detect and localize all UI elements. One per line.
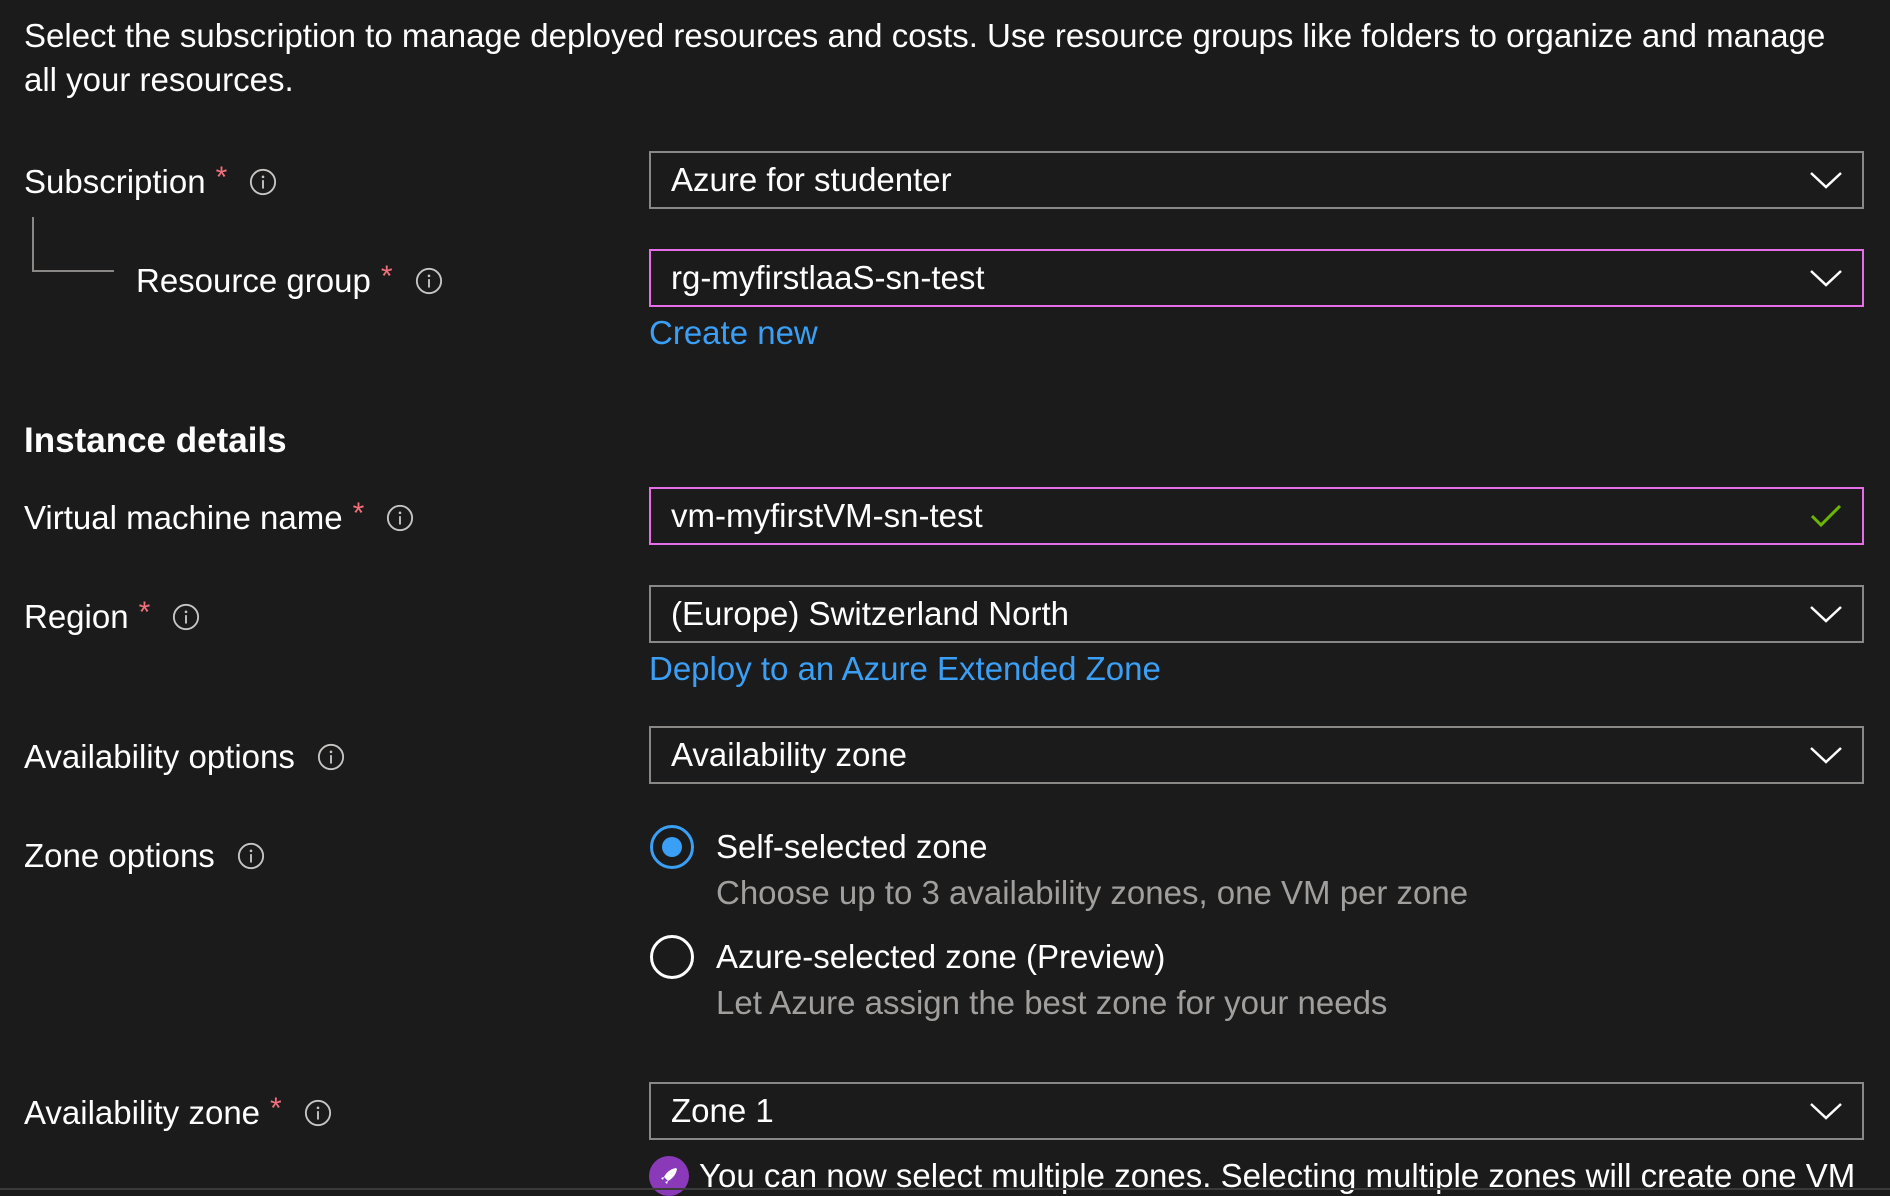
radio-option-azure-selected-zone[interactable]: Azure-selected zone (Preview) Let Azure … <box>650 935 1387 1025</box>
availability-zone-value: Zone 1 <box>671 1092 774 1129</box>
multi-zone-notice: You can now select multiple zones. Selec… <box>649 1156 1855 1196</box>
region-value: (Europe) Switzerland North <box>671 595 1069 632</box>
divider <box>0 1188 1890 1190</box>
info-circle-icon[interactable] <box>415 267 443 295</box>
zone-options-label-row: Zone options <box>24 836 265 876</box>
instance-details-heading: Instance details <box>24 421 287 460</box>
rocket-icon <box>649 1156 689 1196</box>
vm-name-input[interactable]: vm-myfirstVM-sn-test <box>649 487 1864 545</box>
intro-text: Select the subscription to manage deploy… <box>24 17 1826 98</box>
region-label-row: Region * <box>24 596 200 637</box>
radio-option-description: Choose up to 3 availability zones, one V… <box>716 874 1469 911</box>
checkmark-icon <box>1806 496 1846 536</box>
vm-name-value: vm-myfirstVM-sn-test <box>671 497 983 534</box>
resource-group-label: Resource group <box>136 262 371 299</box>
resource-group-value: rg-myfirstlaaS-sn-test <box>671 259 985 296</box>
subscription-value: Azure for studenter <box>671 161 952 198</box>
zone-options-label: Zone options <box>24 837 215 874</box>
availability-zone-label-row: Availability zone * <box>24 1092 332 1133</box>
availability-options-label-row: Availability options <box>24 737 345 777</box>
radio-option-description: Let Azure assign the best zone for your … <box>716 984 1388 1021</box>
availability-zone-label: Availability zone <box>24 1094 261 1131</box>
radio-option-self-selected-zone[interactable]: Self-selected zone Choose up to 3 availa… <box>650 825 1468 915</box>
radio-option-title: Self-selected zone <box>716 828 988 865</box>
availability-options-label: Availability options <box>24 738 295 775</box>
radio-button-checked[interactable] <box>650 825 694 869</box>
vm-create-basics-page: Select the subscription to manage deploy… <box>0 0 1890 1196</box>
region-dropdown[interactable]: (Europe) Switzerland North <box>649 585 1864 643</box>
chevron-down-icon <box>1806 1091 1846 1131</box>
required-marker: * <box>215 161 228 194</box>
radio-button-unchecked[interactable] <box>650 935 694 979</box>
chevron-down-icon <box>1806 160 1846 200</box>
required-marker: * <box>270 1092 282 1125</box>
info-circle-icon[interactable] <box>237 842 265 870</box>
multi-zone-notice-text: You can now select multiple zones. Selec… <box>699 1157 1856 1194</box>
deploy-extended-zone-link[interactable]: Deploy to an Azure Extended Zone <box>649 649 1161 689</box>
required-marker: * <box>138 596 151 629</box>
availability-options-value: Availability zone <box>671 736 908 773</box>
info-circle-icon[interactable] <box>304 1099 332 1127</box>
info-circle-icon[interactable] <box>249 168 277 196</box>
chevron-down-icon <box>1806 258 1846 298</box>
info-circle-icon[interactable] <box>172 603 200 631</box>
resource-group-dropdown[interactable]: rg-myfirstlaaS-sn-test <box>649 249 1864 307</box>
subscription-dropdown[interactable]: Azure for studenter <box>649 151 1864 209</box>
create-new-resource-group-link[interactable]: Create new <box>649 313 818 353</box>
subscription-label: Subscription <box>24 163 206 200</box>
resource-group-label-row: Resource group * <box>136 260 443 301</box>
info-circle-icon[interactable] <box>386 504 414 532</box>
chevron-down-icon <box>1806 735 1846 775</box>
tree-connector <box>32 217 114 272</box>
vm-name-label: Virtual machine name <box>24 499 343 536</box>
required-marker: * <box>380 260 393 293</box>
vm-name-label-row: Virtual machine name * <box>24 497 414 538</box>
availability-zone-dropdown[interactable]: Zone 1 <box>649 1082 1864 1140</box>
region-label: Region <box>24 598 129 635</box>
required-marker: * <box>352 497 365 530</box>
radio-option-title: Azure-selected zone (Preview) <box>716 938 1166 975</box>
subscription-label-row: Subscription * <box>24 161 277 202</box>
availability-options-dropdown[interactable]: Availability zone <box>649 726 1864 784</box>
chevron-down-icon <box>1806 594 1846 634</box>
info-circle-icon[interactable] <box>317 743 345 771</box>
